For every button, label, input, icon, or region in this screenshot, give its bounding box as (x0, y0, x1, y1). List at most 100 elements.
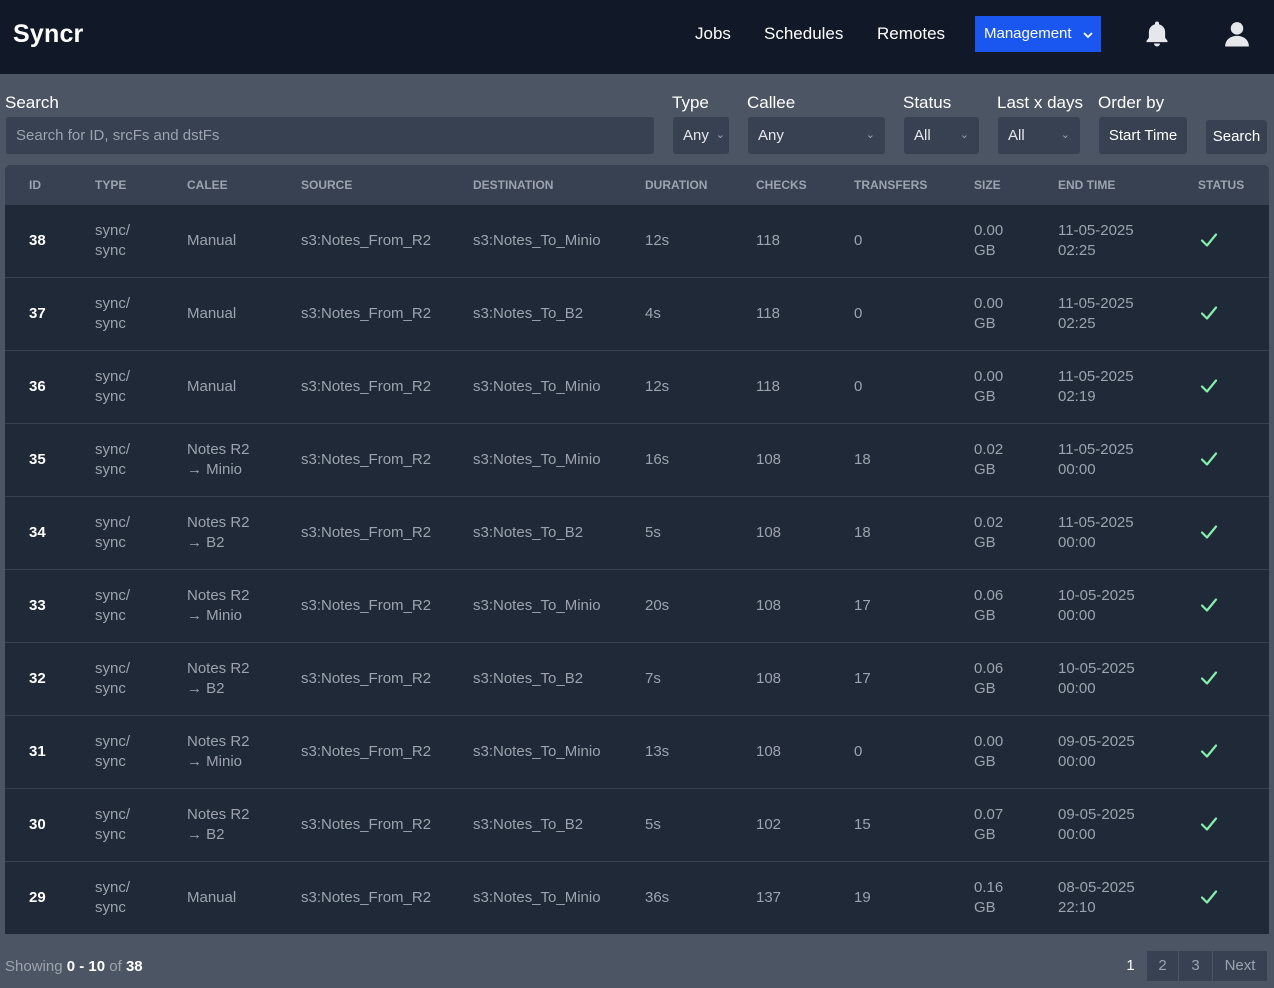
cell-type-line1: sync/ (95, 295, 131, 312)
cell-callee: Notes R2 → Minio (187, 732, 250, 772)
nav-remotes[interactable]: Remotes (877, 24, 945, 44)
search-button[interactable]: Search (1205, 119, 1268, 155)
search-input[interactable]: Search for ID, srcFs and dstFs (5, 116, 655, 155)
cell-callee-line1: Manual (187, 305, 237, 322)
cell-type-line2: sync (95, 461, 126, 478)
cell-type-line1: sync/ (95, 222, 131, 239)
cell-destination: s3:Notes_To_Minio (473, 743, 601, 760)
check-icon (1200, 450, 1218, 468)
cell-transfers: 0 (854, 232, 863, 249)
cell-end-time: 09-05-2025 00:00 (1058, 805, 1135, 845)
cell-source: s3:Notes_From_R2 (301, 670, 432, 687)
header-source: SOURCE (301, 178, 353, 192)
table-row[interactable]: 34 sync/sync Notes R2 → B2 s3:Notes_From_R2 s… (5, 496, 1269, 569)
user-icon[interactable] (1222, 19, 1252, 49)
table-row[interactable]: 36 sync/sync Manual s3:Notes_From_R2 s3:Note… (5, 350, 1269, 423)
cell-size: 0.07 GB (974, 805, 1003, 845)
check-icon (1200, 888, 1218, 906)
management-dropdown[interactable]: Management (975, 16, 1101, 52)
cell-checks: 118 (756, 305, 780, 322)
cell-id: 38 (29, 232, 46, 249)
chevron-down-icon (1083, 16, 1093, 52)
cell-callee-line1: Notes R2 (187, 441, 250, 458)
cell-callee-line2: → Minio (187, 607, 243, 624)
cell-type-line2: sync (95, 899, 126, 916)
page-2-button[interactable]: 2 (1146, 950, 1179, 982)
cell-end-time: 11-05-2025 02:19 (1058, 367, 1134, 407)
header-destination: DESTINATION (473, 178, 554, 192)
cell-duration: 5s (645, 816, 661, 833)
cell-transfers: 0 (854, 743, 863, 760)
type-select[interactable]: Any ⌄ (672, 116, 730, 155)
cell-type-line2: sync (95, 680, 126, 697)
table-row[interactable]: 33 sync/sync Notes R2 → Minio s3:Notes_From_… (5, 569, 1269, 642)
check-icon (1200, 669, 1218, 687)
next-page-button[interactable]: Next (1212, 950, 1268, 982)
cell-size-line1: 0.06 (974, 660, 1004, 677)
cell-duration: 20s (645, 597, 670, 614)
showing-total: 38 (125, 958, 143, 975)
cell-size: 0.02 GB (974, 440, 1003, 480)
cell-duration: 12s (645, 232, 670, 249)
cell-end-time: 11-05-2025 02:25 (1058, 294, 1134, 334)
check-icon (1200, 815, 1218, 833)
cell-id: 33 (29, 597, 46, 614)
cell-size: 0.16 GB (974, 878, 1003, 918)
callee-label: Callee (747, 93, 796, 112)
cell-end-time-line1: 11-05-2025 (1058, 295, 1134, 312)
cell-type-line1: sync/ (95, 806, 131, 823)
chevron-down-icon: ⌄ (865, 129, 875, 141)
last-days-select[interactable]: All ⌄ (997, 116, 1081, 155)
check-icon (1200, 742, 1218, 760)
cell-id: 37 (29, 305, 46, 322)
callee-select[interactable]: Any ⌄ (747, 116, 886, 155)
nav-jobs[interactable]: Jobs (695, 24, 731, 44)
status-select[interactable]: All ⌄ (903, 116, 980, 155)
cell-callee-line1: Notes R2 (187, 806, 250, 823)
cell-type-line1: sync/ (95, 368, 131, 385)
table-row[interactable]: 29 sync/sync Manual s3:Notes_From_R2 s3:Note… (5, 861, 1269, 934)
cell-callee-line2: → B2 (187, 680, 225, 697)
page-3-button[interactable]: 3 (1178, 950, 1213, 982)
header-end-time: END TIME (1058, 178, 1116, 192)
cell-size-line2: GB (974, 534, 996, 551)
cell-type: sync/sync (95, 294, 130, 334)
table-row[interactable]: 31 sync/sync Notes R2 → Minio s3:Notes_From_… (5, 715, 1269, 788)
order-by-button[interactable]: Start Time (1098, 116, 1188, 155)
cell-type-line1: sync/ (95, 514, 131, 531)
cell-size-line1: 0.16 (974, 879, 1004, 896)
cell-duration: 7s (645, 670, 661, 687)
brand-logo[interactable]: Syncr (13, 20, 83, 49)
search-label: Search (5, 93, 59, 112)
cell-type-line2: sync (95, 242, 126, 259)
cell-type-line2: sync (95, 826, 126, 843)
table-row[interactable]: 38 sync/sync Manual s3:Notes_From_R2 s3:Note… (5, 204, 1269, 277)
cell-source: s3:Notes_From_R2 (301, 816, 432, 833)
cell-size: 0.00 GB (974, 367, 1003, 407)
table-row[interactable]: 32 sync/sync Notes R2 → B2 s3:Notes_From_R2 s… (5, 642, 1269, 715)
header-transfers: TRANSFERS (854, 178, 928, 192)
cell-id: 32 (29, 670, 46, 687)
cell-size: 0.02 GB (974, 513, 1003, 553)
bell-icon[interactable] (1142, 19, 1172, 49)
cell-end-time: 11-05-2025 00:00 (1058, 440, 1134, 480)
page-1-button[interactable]: 1 (1114, 950, 1147, 982)
cell-source: s3:Notes_From_R2 (301, 305, 432, 322)
cell-type: sync/sync (95, 878, 130, 918)
cell-size: 0.00 GB (974, 294, 1003, 334)
table-row[interactable]: 30 sync/sync Notes R2 → B2 s3:Notes_From_R2 s… (5, 788, 1269, 861)
nav-schedules[interactable]: Schedules (764, 24, 843, 44)
header-size: SIZE (974, 178, 1001, 192)
cell-end-time: 11-05-2025 02:25 (1058, 221, 1134, 261)
cell-transfers: 18 (854, 524, 871, 541)
chevron-down-icon: ⌄ (1060, 129, 1070, 141)
table-row[interactable]: 35 sync/sync Notes R2 → Minio s3:Notes_From_… (5, 423, 1269, 496)
table-row[interactable]: 37 sync/sync Manual s3:Notes_From_R2 s3:Note… (5, 277, 1269, 350)
pagination-summary: Showing 0 - 10 of 38 (5, 958, 143, 975)
cell-end-time-line2: 02:19 (1058, 388, 1096, 405)
cell-size-line1: 0.00 (974, 368, 1004, 385)
cell-duration: 4s (645, 305, 661, 322)
cell-destination: s3:Notes_To_B2 (473, 305, 584, 322)
cell-transfers: 0 (854, 378, 863, 395)
cell-callee-line2: → Minio (187, 461, 243, 478)
